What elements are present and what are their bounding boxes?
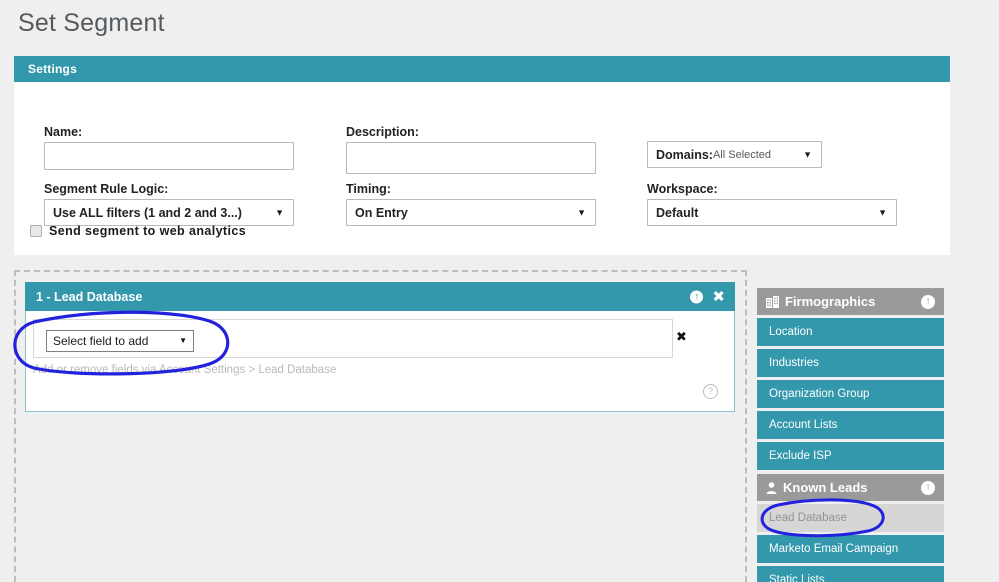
sidebar-item-organization-group[interactable]: Organization Group	[757, 380, 944, 408]
sidebar-item-label: Location	[769, 326, 813, 338]
chevron-down-icon: ▼	[878, 207, 887, 217]
sidebar-item-label: Account Lists	[769, 419, 838, 431]
send-segment-analytics-checkbox[interactable]	[30, 225, 42, 237]
send-segment-analytics-label: Send segment to web analytics	[49, 224, 247, 238]
help-icon[interactable]: ?	[703, 384, 718, 399]
collapse-up-icon[interactable]: ↑	[690, 290, 704, 303]
filter-card-actions: ↑ ✖	[690, 289, 725, 304]
timing-value: On Entry	[355, 205, 408, 220]
segment-rule-logic-value: Use ALL filters (1 and 2 and 3...)	[53, 205, 242, 220]
workspace-dropdown[interactable]: Default ▼	[647, 199, 897, 226]
sidebar-group-header-known-leads[interactable]: Known Leads ↑	[757, 474, 944, 501]
segment-rule-logic-dropdown[interactable]: Use ALL filters (1 and 2 and 3...) ▼	[44, 199, 294, 226]
select-field-to-add-value: Select field to add	[53, 334, 149, 348]
timing-label: Timing:	[346, 182, 391, 196]
name-label: Name:	[44, 125, 83, 139]
domains-dropdown[interactable]: Domains: All Selected ▼	[647, 141, 822, 168]
remove-rule-icon[interactable]: ✖	[676, 330, 687, 345]
sidebar-item-label: Industries	[769, 357, 819, 369]
description-input[interactable]	[346, 142, 596, 174]
sidebar-item-industries[interactable]: Industries	[757, 349, 944, 377]
sidebar-group-title-known-leads: Known Leads	[783, 480, 868, 495]
domains-value: All Selected	[712, 148, 772, 161]
sidebar-item-label: Exclude ISP	[769, 450, 832, 462]
name-input[interactable]	[44, 142, 294, 170]
sidebar-item-label: Organization Group	[769, 388, 870, 400]
sidebar-item-location[interactable]: Location	[757, 318, 944, 346]
sidebar-group-header-firmographics[interactable]: Firmographics ↑	[757, 288, 944, 315]
sidebar-item-marketo-email-campaign[interactable]: Marketo Email Campaign	[757, 535, 944, 563]
app-root: Set Segment Settings Name: Description: …	[0, 0, 999, 582]
sidebar-item-label: Marketo Email Campaign	[769, 543, 899, 555]
select-field-to-add-dropdown[interactable]: Select field to add ▼	[46, 330, 194, 352]
person-icon	[766, 481, 777, 494]
sidebar-item-account-lists[interactable]: Account Lists	[757, 411, 944, 439]
send-segment-analytics-row[interactable]: Send segment to web analytics	[30, 224, 246, 238]
sidebar-item-label: Lead Database	[769, 512, 848, 524]
filter-card-header: 1 - Lead Database ↑ ✖	[25, 282, 735, 311]
building-icon	[766, 295, 779, 308]
sidebar-item-static-lists[interactable]: Static Lists	[757, 566, 944, 582]
timing-dropdown[interactable]: On Entry ▼	[346, 199, 596, 226]
sidebar-item-lead-database: Lead Database	[757, 504, 944, 532]
page-title: Set Segment	[18, 9, 165, 37]
chevron-down-icon: ▼	[179, 336, 187, 345]
domains-label: Domains:	[656, 147, 713, 162]
sidebar-item-exclude-isp[interactable]: Exclude ISP	[757, 442, 944, 470]
filter-palette-sidebar: Firmographics ↑ Location Industries Orga…	[757, 288, 944, 582]
sidebar-item-label: Static Lists	[769, 574, 825, 582]
close-icon[interactable]: ✖	[712, 289, 725, 304]
workspace-value: Default	[656, 205, 699, 220]
settings-panel-header: Settings	[14, 56, 950, 82]
collapse-up-icon[interactable]: ↑	[921, 294, 935, 309]
filter-card-title: 1 - Lead Database	[36, 289, 143, 304]
description-label: Description:	[346, 125, 419, 139]
filter-hint-text: Add or remove fields via Account Setting…	[33, 364, 337, 376]
workspace-label: Workspace:	[647, 182, 718, 196]
sidebar-group-title-firmographics: Firmographics	[785, 294, 876, 309]
chevron-down-icon: ▼	[577, 207, 586, 217]
collapse-up-icon[interactable]: ↑	[921, 480, 935, 495]
chevron-down-icon: ▼	[803, 149, 812, 159]
chevron-down-icon: ▼	[275, 207, 284, 217]
segment-rule-logic-label: Segment Rule Logic:	[44, 182, 169, 196]
